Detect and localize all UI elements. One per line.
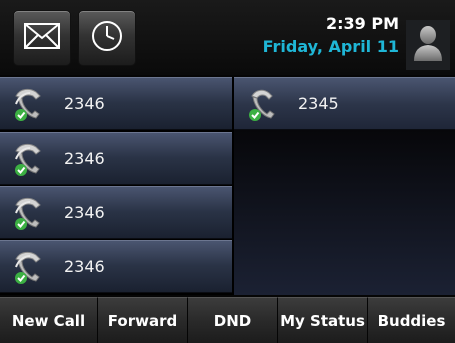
clock-icon (90, 19, 124, 57)
line-key-5[interactable]: 2345 (234, 77, 455, 130)
person-silhouette-icon (413, 24, 443, 66)
my-status-softkey[interactable]: My Status (277, 297, 367, 343)
dnd-softkey[interactable]: DND (187, 297, 277, 343)
phone-handset-registered-icon (244, 84, 284, 124)
line-key-label: 2346 (64, 203, 105, 222)
phone-handset-registered-icon (10, 193, 50, 233)
line-key-4[interactable]: 2346 (0, 240, 232, 293)
clock: 2:39 PM Friday, April 11 (263, 14, 399, 58)
line-key-3[interactable]: 2346 (0, 186, 232, 239)
line-key-2[interactable]: 2346 (0, 132, 232, 185)
line-key-label: 2346 (64, 257, 105, 276)
status-bar: 2:39 PM Friday, April 11 (0, 0, 455, 75)
line-key-label: 2346 (64, 149, 105, 168)
empty-line-area (234, 130, 455, 295)
softkey-bar: New Call Forward DND My Status Buddies (0, 297, 455, 343)
envelope-icon (24, 23, 60, 53)
recent-calls-button[interactable] (78, 10, 136, 66)
messages-button[interactable] (13, 10, 71, 66)
new-call-softkey[interactable]: New Call (0, 297, 97, 343)
line-keys-area: 2346 2345 2346 2346 2346 (0, 77, 455, 295)
line-key-label: 2345 (298, 94, 339, 113)
line-key-label: 2346 (64, 94, 105, 113)
time-display: 2:39 PM (325, 14, 399, 33)
forward-softkey[interactable]: Forward (97, 297, 187, 343)
phone-handset-registered-icon (10, 247, 50, 287)
phone-handset-registered-icon (10, 139, 50, 179)
date-display: Friday, April 11 (262, 37, 399, 56)
buddies-softkey[interactable]: Buddies (367, 297, 455, 343)
phone-screen: 2:39 PM Friday, April 11 2346 2345 2346 … (0, 0, 455, 343)
line-key-1[interactable]: 2346 (0, 77, 232, 130)
my-info-button[interactable] (406, 20, 450, 70)
phone-handset-registered-icon (10, 84, 50, 124)
